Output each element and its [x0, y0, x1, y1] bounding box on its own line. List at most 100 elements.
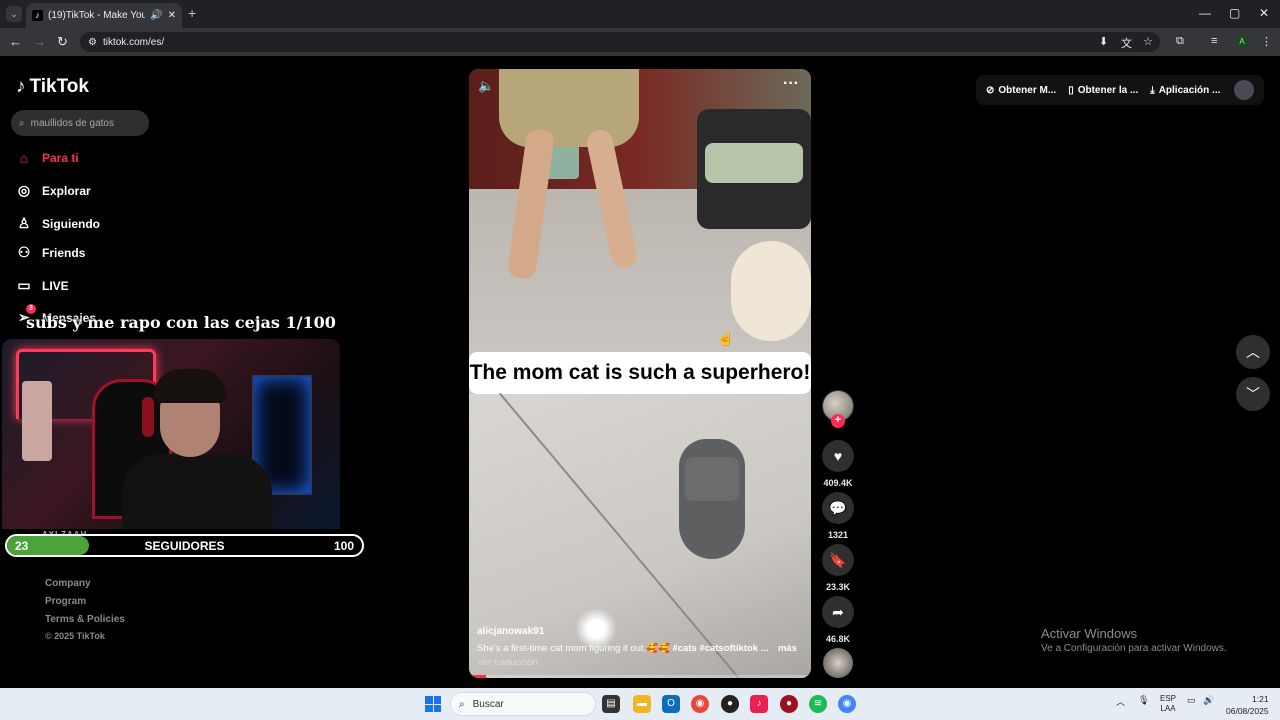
translate-icon[interactable]: 文: [1121, 35, 1132, 51]
obs-icon[interactable]: ●: [721, 695, 739, 713]
tiktok-app-icon[interactable]: ♪: [750, 695, 768, 713]
browser-profile-avatar[interactable]: A: [1235, 35, 1249, 49]
like-button[interactable]: ♥ 409.4K: [822, 440, 854, 488]
footer-link-terms[interactable]: Terms & Policies: [45, 614, 125, 625]
sidebar-item-friends[interactable]: ⚇ Friends: [16, 244, 86, 261]
new-tab-button[interactable]: +: [188, 5, 196, 21]
footer-link-company[interactable]: Company: [45, 578, 91, 589]
sidebar-item-siguiendo[interactable]: ♙ Siguiendo: [16, 215, 100, 232]
top-actions-bar: ⊘ Obtener M... ▯ Obtener la ... ⤓ Aplicació…: [976, 75, 1264, 105]
bookmark-icon: 🔖: [822, 544, 854, 576]
heart-icon: ♥: [822, 440, 854, 472]
browser-menu-icon[interactable]: ⋮: [1261, 35, 1272, 48]
like-count: 409.4K: [823, 478, 853, 488]
tiktok-logo[interactable]: ♪ TikTok: [16, 76, 89, 98]
follower-goal-bar: 23 SEGUIDORES 100: [5, 534, 364, 557]
taskbar-clock[interactable]: 1:21 06/08/2025: [1226, 693, 1269, 717]
search-input[interactable]: ⌕ maullidos de gatos: [11, 110, 149, 136]
video-progress-bar[interactable]: [469, 675, 811, 678]
description-hashtags[interactable]: #cats #catsoftiktok ...: [672, 643, 768, 654]
task-view-icon[interactable]: ▤: [602, 695, 620, 713]
file-explorer-icon[interactable]: ▬: [633, 695, 651, 713]
media-control-icon[interactable]: ≡: [1211, 35, 1217, 47]
url-text: tiktok.com/es/: [102, 36, 165, 48]
chevron-up-icon: ︿: [1246, 344, 1260, 360]
tray-overflow-icon[interactable]: ︿: [1116, 695, 1125, 708]
microphone-icon[interactable]: 🎙: [1138, 695, 1149, 706]
user-avatar[interactable]: [1234, 80, 1254, 100]
activate-windows-watermark: Activar Windows Ve a Configuración para …: [1041, 626, 1227, 654]
streamer-webcam: [2, 339, 340, 529]
next-video-button[interactable]: ﹀: [1236, 377, 1270, 411]
video-cat: [731, 241, 811, 341]
browser-tabbar: ⌄ ♪ (19)TikTok - Make Your Day 🔊 ✕ + — ▢…: [0, 0, 1280, 28]
volume-icon[interactable]: 🔈: [478, 78, 494, 94]
maximize-button[interactable]: ▢: [1229, 6, 1240, 20]
compass-icon: ◎: [17, 182, 31, 198]
sidebar-item-live[interactable]: ▭ LIVE: [16, 277, 68, 294]
footer-link-program[interactable]: Program: [45, 596, 86, 607]
follower-label: SEGUIDORES: [144, 539, 225, 553]
live-icon: ▭: [17, 277, 31, 293]
sidebar-item-label: Para ti: [42, 151, 79, 165]
previous-video-button[interactable]: ︿: [1236, 335, 1270, 369]
forward-icon[interactable]: →: [33, 34, 46, 49]
see-translation-link[interactable]: Ver traducción: [477, 657, 538, 668]
sidebar-item-para-ti[interactable]: ⌂ Para ti: [16, 150, 79, 166]
headset: [142, 397, 154, 437]
browser-tab[interactable]: ♪ (19)TikTok - Make Your Day 🔊 ✕: [26, 3, 182, 28]
chrome-icon[interactable]: ◉: [691, 695, 709, 713]
download-app-label: Aplicación ...: [1158, 84, 1221, 96]
tab-audio-icon[interactable]: 🔊: [150, 10, 162, 21]
video-player[interactable]: The mom cat is such a superhero! 🔈 ··· a…: [469, 69, 811, 678]
sidebar-item-explorar[interactable]: ◎ Explorar: [16, 182, 91, 199]
get-app-button[interactable]: ▯ Obtener la ...: [1068, 85, 1138, 96]
chevron-down-icon: ﹀: [1246, 386, 1260, 402]
video-cushion: [705, 143, 803, 183]
language-indicator[interactable]: ESP LAA: [1160, 694, 1176, 714]
taskbar-search[interactable]: ⌕ Buscar: [450, 692, 596, 716]
reload-icon[interactable]: ↻: [57, 34, 68, 50]
follow-plus-button[interactable]: +: [831, 414, 845, 428]
volume-tray-icon[interactable]: 🔊: [1203, 695, 1214, 706]
tab-close-icon[interactable]: ✕: [168, 10, 176, 21]
video-username[interactable]: alicjanowak91: [477, 626, 544, 637]
search-placeholder: maullidos de gatos: [30, 117, 114, 129]
outlook-icon[interactable]: O: [662, 695, 680, 713]
install-app-icon[interactable]: ⬇: [1099, 35, 1108, 48]
activate-windows-title: Activar Windows: [1041, 626, 1138, 641]
logo-text: TikTok: [29, 76, 89, 97]
description-more-button[interactable]: más: [778, 643, 797, 654]
footer-copyright: © 2025 TikTok: [45, 631, 105, 641]
tab-search-icon[interactable]: ⌄: [6, 6, 22, 22]
activate-windows-subtitle: Ve a Configuración para activar Windows.: [1041, 643, 1227, 654]
address-bar[interactable]: ⚙ tiktok.com/es/: [80, 32, 1160, 52]
minimize-button[interactable]: —: [1199, 6, 1211, 20]
close-window-button[interactable]: ✕: [1259, 6, 1269, 20]
home-icon: ⌂: [19, 150, 29, 166]
windows-start-icon[interactable]: [425, 696, 441, 712]
extensions-icon[interactable]: ⧉: [1176, 35, 1184, 48]
spotify-icon[interactable]: ≋: [809, 695, 827, 713]
chrome-profile-icon[interactable]: ◉: [838, 695, 856, 713]
media-app-icon[interactable]: ●: [780, 695, 798, 713]
language-layout: LAA: [1160, 704, 1176, 713]
get-coins-button[interactable]: ⊘ Obtener M...: [986, 85, 1056, 96]
tab-title: (19)TikTok - Make Your Day: [48, 10, 146, 21]
tiktok-favicon-icon: ♪: [32, 10, 43, 21]
clock-date: 06/08/2025: [1226, 706, 1269, 716]
sidebar-item-label: Siguiendo: [42, 216, 100, 231]
comment-icon: 💬: [822, 492, 854, 524]
music-disc-icon[interactable]: [823, 648, 853, 678]
share-button[interactable]: ➦ 46.8K: [822, 596, 854, 644]
clock-time: 1:21: [1252, 694, 1269, 704]
share-count: 46.8K: [825, 634, 851, 644]
back-icon[interactable]: ←: [9, 34, 22, 49]
site-info-icon[interactable]: ⚙: [88, 37, 97, 48]
network-icon[interactable]: ▭: [1187, 695, 1196, 706]
download-app-button[interactable]: ⤓ Aplicación ...: [1150, 85, 1220, 96]
more-options-icon[interactable]: ···: [783, 75, 799, 93]
bookmark-star-icon[interactable]: ☆: [1143, 35, 1153, 48]
comment-button[interactable]: 💬 1321: [822, 492, 854, 540]
save-button[interactable]: 🔖 23.3K: [822, 544, 854, 592]
